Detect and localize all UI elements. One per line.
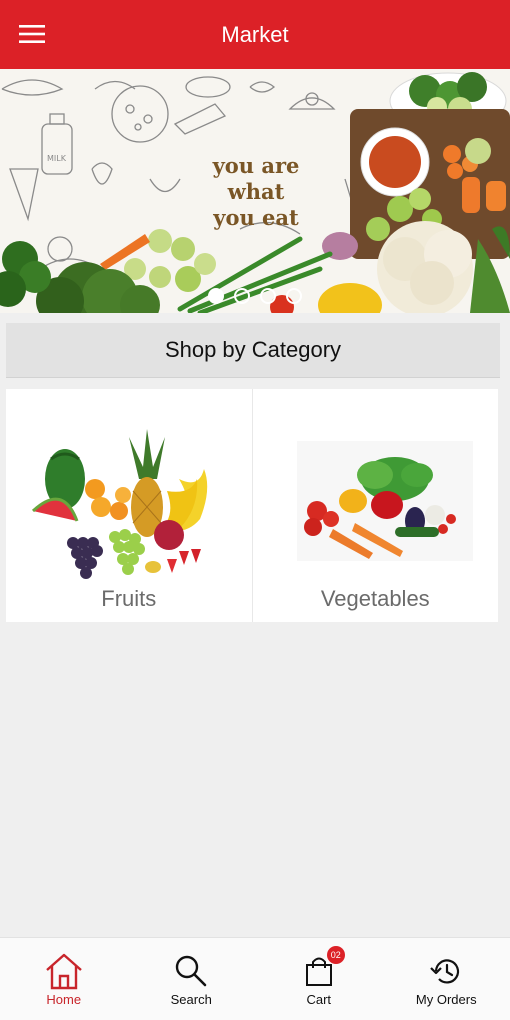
history-icon — [430, 958, 460, 984]
category-card-fruits[interactable]: Fruits — [6, 389, 252, 622]
category-label-fruits: Fruits — [101, 586, 157, 611]
banner-slogan: you are what you eat — [188, 153, 324, 231]
banner-slogan-line: you eat — [213, 205, 299, 230]
app-bar: Market — [0, 0, 510, 69]
nav-label-my-orders: My Orders — [415, 991, 477, 1007]
home-icon — [45, 953, 82, 989]
promo-banner-carousel[interactable]: MILK you are what you eat — [0, 69, 510, 313]
nav-item-my-orders[interactable]: My Orders — [383, 938, 510, 1020]
nav-item-search[interactable]: Search — [128, 938, 256, 1020]
shop-by-category-header: Shop by Category — [6, 323, 500, 378]
carousel-dot[interactable] — [208, 288, 224, 304]
category-grid: Fruits Vegetables — [6, 389, 498, 622]
cart-count-badge: 02 — [326, 945, 345, 964]
category-label-vegetables: Vegetables — [320, 586, 430, 611]
carousel-dot[interactable] — [234, 288, 250, 304]
nav-label-cart: Cart — [306, 991, 332, 1007]
nav-label-home: Home — [46, 991, 82, 1007]
bottom-navigation: Home Search 02 Cart My Orders — [0, 937, 510, 1020]
hamburger-menu-icon — [19, 25, 45, 43]
nav-item-cart[interactable]: 02 Cart — [255, 938, 383, 1020]
banner-slogan-line: you are — [212, 153, 300, 178]
fruits-image — [31, 429, 207, 579]
vegetables-image — [297, 441, 474, 561]
app-title: Market — [221, 22, 289, 47]
carousel-dot[interactable] — [286, 288, 302, 304]
nav-item-home[interactable]: Home — [0, 938, 128, 1020]
menu-button[interactable] — [10, 16, 54, 52]
carousel-indicators — [0, 288, 510, 304]
nav-label-search: Search — [170, 991, 212, 1007]
banner-slogan-line: what — [227, 179, 285, 204]
category-card-vegetables[interactable]: Vegetables — [252, 389, 498, 622]
carousel-dot[interactable] — [260, 288, 276, 304]
search-icon — [176, 955, 207, 986]
svg-text:MILK: MILK — [47, 154, 67, 163]
